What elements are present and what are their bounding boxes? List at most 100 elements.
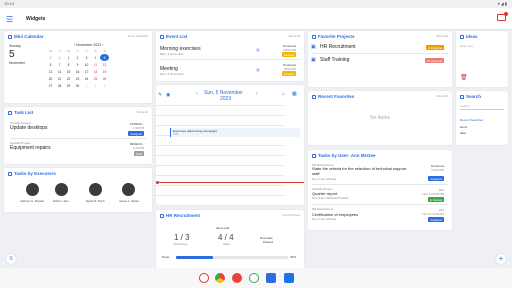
status-badge: Assigned bbox=[128, 131, 144, 136]
edit-icon[interactable]: ✎ bbox=[158, 92, 162, 98]
view-icon[interactable]: ◉ bbox=[166, 92, 170, 98]
files-app-icon[interactable] bbox=[284, 273, 294, 283]
calendar-day-cell[interactable]: 27 bbox=[46, 82, 55, 89]
calendar-day-cell[interactable]: 22 bbox=[64, 75, 73, 82]
calendar-day-cell[interactable]: 3 bbox=[82, 54, 91, 61]
task-meta: Nov 4 Ann McGee/Presiden bbox=[312, 196, 350, 200]
ideas-input[interactable]: Enter text bbox=[460, 44, 473, 48]
status-badge: Pending bbox=[281, 52, 296, 57]
today-icon[interactable]: ▦ bbox=[292, 91, 297, 97]
user-tasks-icon bbox=[312, 153, 316, 158]
recent-favorites-show-all[interactable]: Show All bbox=[436, 94, 448, 98]
calendar-day-cell[interactable]: 2 bbox=[91, 82, 100, 89]
calendar-day-cell[interactable]: 6 bbox=[46, 61, 55, 68]
current-time-line bbox=[156, 182, 304, 183]
calendar-day-cell[interactable]: 14 bbox=[55, 68, 64, 75]
event-date: Mon, 6 November bbox=[160, 72, 184, 76]
calendar-day-cell[interactable]: 9 bbox=[73, 61, 82, 68]
link-icon: ⛓ bbox=[256, 68, 260, 72]
recent-search-item[interactable]: items bbox=[460, 125, 467, 129]
calendar-day-cell[interactable]: 30 bbox=[46, 54, 55, 61]
youtube-app-icon[interactable] bbox=[232, 273, 242, 283]
calendar-day-cell[interactable]: 2 bbox=[73, 54, 82, 61]
calendar-day-cell[interactable]: 13 bbox=[46, 68, 55, 75]
avatar[interactable] bbox=[89, 183, 102, 196]
ideas-placeholder: Enter text bbox=[460, 44, 473, 48]
add-widget-fab[interactable]: + bbox=[496, 254, 506, 264]
recent-favorites-title-text: Recent Favorites bbox=[318, 94, 355, 99]
calendar-day-cell[interactable]: 28 bbox=[55, 82, 64, 89]
go-to-calendar-link[interactable]: Go to Calendar bbox=[128, 34, 148, 38]
calendar-day-cell[interactable]: 8 bbox=[64, 61, 73, 68]
calendar-event[interactable]: Exercises (advertising campaign) 7:00 bbox=[170, 128, 300, 137]
calendar-day-cell[interactable]: 24 bbox=[82, 75, 91, 82]
search-icon bbox=[460, 94, 464, 99]
avatar[interactable] bbox=[26, 183, 39, 196]
calendar-day-cell[interactable]: 18 bbox=[91, 68, 100, 75]
ideas-widget: Ideas Enter text 🗑 bbox=[456, 31, 508, 87]
tasks-by-user-title: Tasks by User: Ann McGee bbox=[312, 153, 376, 158]
calendar-day-cell[interactable]: 20 bbox=[46, 75, 55, 82]
empty-state: No Items bbox=[369, 115, 390, 121]
calendar-day-cell[interactable]: 3 bbox=[100, 82, 109, 89]
next-month-icon[interactable]: › bbox=[101, 43, 103, 47]
calendar-day-cell[interactable]: 7 bbox=[55, 61, 64, 68]
calendar-day-cell[interactable]: 16 bbox=[73, 68, 82, 75]
calendar-day-cell[interactable]: 4 bbox=[91, 54, 100, 61]
calendar-day-cell[interactable]: 12 bbox=[100, 61, 109, 68]
task-name: State the criteria for the selection of … bbox=[312, 166, 407, 176]
avatar[interactable] bbox=[55, 183, 68, 196]
items-left-label: Items Left bbox=[216, 226, 230, 230]
event-date: Mon, 4 November bbox=[160, 52, 184, 56]
avatar[interactable] bbox=[122, 183, 135, 196]
project-name: Staff Training bbox=[320, 57, 350, 63]
task-name: Equipment repairs bbox=[10, 145, 51, 151]
search-widget: Search Search Recent Searches: items dat… bbox=[456, 91, 508, 145]
calendar-day-cell[interactable]: 31 bbox=[55, 54, 64, 61]
trash-icon[interactable]: 🗑 bbox=[460, 74, 468, 81]
play-store-app-icon[interactable] bbox=[249, 273, 259, 283]
task-time: 1:00 PM bbox=[132, 146, 144, 150]
calendar-day-cell[interactable]: 1 bbox=[64, 54, 73, 61]
calendar-day-cell[interactable]: 1 bbox=[82, 82, 91, 89]
task-list-show-all[interactable]: Show All bbox=[136, 110, 148, 114]
hour-line bbox=[156, 155, 284, 156]
event-list-title: Event List bbox=[160, 34, 188, 39]
calendar-day-cell[interactable]: 17 bbox=[82, 68, 91, 75]
calendar-day-cell[interactable]: 21 bbox=[55, 75, 64, 82]
menu-fab[interactable]: ≡ bbox=[6, 254, 16, 264]
calendar-month: November bbox=[9, 61, 26, 65]
calendar-day-cell[interactable]: 23 bbox=[73, 75, 82, 82]
calendar-day-cell[interactable]: 26 bbox=[100, 75, 109, 82]
prev-day-icon[interactable]: ‹ bbox=[196, 91, 198, 97]
tasks-label: tasks bbox=[223, 242, 231, 246]
calendar-day-cell[interactable]: 29 bbox=[64, 82, 73, 89]
day-view-year: 2023 bbox=[220, 96, 232, 102]
calendar-day-cell[interactable]: 25 bbox=[91, 75, 100, 82]
done-label: Done: bbox=[162, 255, 171, 259]
filter-menu-icon[interactable]: ☰ bbox=[6, 15, 13, 24]
calendar-day-cell[interactable]: 5 bbox=[100, 54, 109, 61]
gmail-app-icon[interactable] bbox=[199, 273, 209, 283]
calendar-day-cell[interactable]: 11 bbox=[91, 61, 100, 68]
event-list-show-all[interactable]: Show All bbox=[288, 34, 300, 38]
milestones-label: milestones bbox=[173, 242, 188, 246]
project-icon bbox=[160, 213, 164, 218]
favorite-projects-show-all[interactable]: Show All bbox=[436, 34, 448, 38]
home-icon[interactable]: ⌂ bbox=[282, 91, 285, 97]
status-badge: In Review bbox=[427, 197, 444, 202]
divider bbox=[312, 204, 448, 205]
calendar-day-cell[interactable]: 10 bbox=[82, 61, 91, 68]
chrome-app-icon[interactable] bbox=[215, 273, 225, 283]
go-to-project-link[interactable]: Go to Project bbox=[282, 213, 300, 217]
search-input[interactable]: Search bbox=[460, 103, 504, 110]
task-meta: Nov 4 Ann McGee bbox=[312, 177, 337, 181]
calendar-day-cell[interactable]: 19 bbox=[100, 68, 109, 75]
calendar-day-cell[interactable]: 15 bbox=[64, 68, 73, 75]
next-day-icon[interactable]: › bbox=[256, 91, 258, 97]
calendar-grid: MTWTFSS 30 31 1 2 3 4 5 6 7 8 9 10 11 12 13 14 15 16 17 18 1… bbox=[46, 48, 109, 89]
day-grid[interactable]: Exercises (advertising campaign) 7:00 bbox=[156, 105, 304, 205]
recent-search-item[interactable]: data bbox=[460, 131, 466, 135]
widgets-app-icon[interactable] bbox=[266, 273, 276, 283]
calendar-day-cell[interactable]: 30 bbox=[73, 82, 82, 89]
